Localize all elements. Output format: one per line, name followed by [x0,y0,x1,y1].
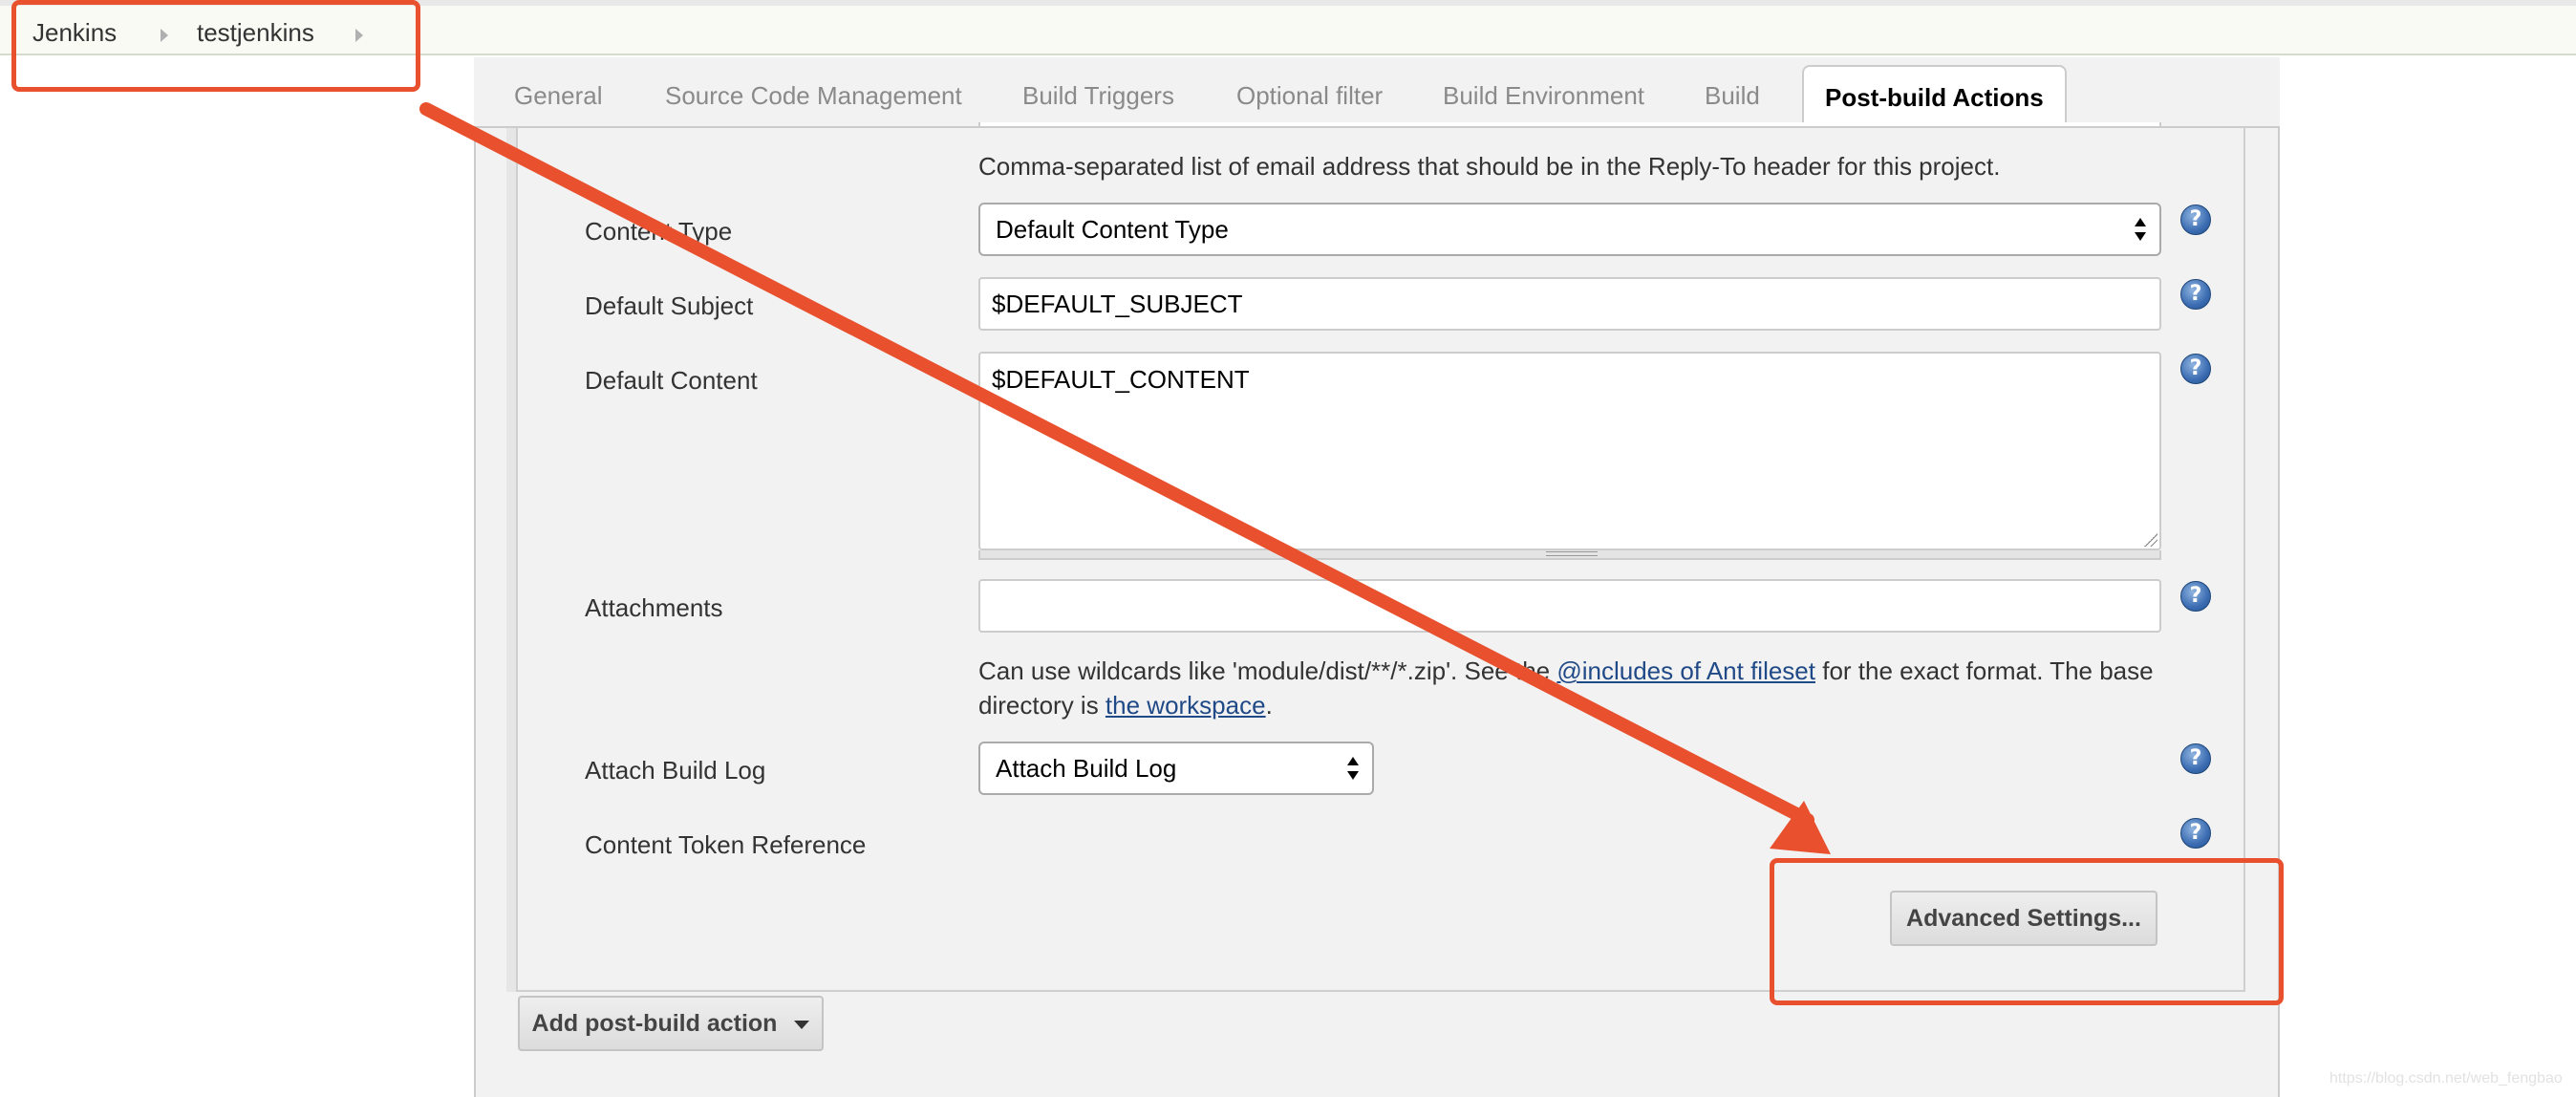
section-indent-rule [506,128,516,992]
add-post-build-action-button[interactable]: Add post-build action [518,996,824,1051]
breadcrumb-jenkins[interactable]: Jenkins [32,15,117,50]
config-tabs: General Source Code Management Build Tri… [474,57,2280,130]
breadcrumb-testjenkins[interactable]: testjenkins [197,15,314,50]
content-type-select[interactable]: Default Content Type [978,203,2161,256]
resize-handle-icon[interactable] [2144,533,2157,547]
breadcrumb-separator-icon[interactable] [161,29,168,42]
breadcrumb-separator-icon[interactable] [355,29,363,42]
tab-post-build-actions[interactable]: Post-build Actions [1802,65,2067,130]
help-icon[interactable]: ? [2180,818,2211,849]
add-post-build-action-label: Add post-build action [531,1010,778,1037]
default-subject-input[interactable] [978,277,2161,331]
reply-to-description: Comma-separated list of email address th… [978,152,2001,181]
attach-build-log-select[interactable]: Attach Build Log [978,742,1374,795]
tab-source-code-management[interactable]: Source Code Management [665,78,962,113]
grip-lines-icon [1546,551,1598,556]
breadcrumb: Jenkins testjenkins [0,0,2576,55]
advanced-settings-button[interactable]: Advanced Settings... [1890,891,2157,946]
tab-optional-filter[interactable]: Optional filter [1236,78,1383,113]
watermark-text: https://blog.csdn.net/web_fengbao [2329,1070,2563,1086]
workspace-link[interactable]: the workspace [1106,691,1266,720]
email-notification-section [516,128,2245,992]
content-type-label: Content Type [585,217,733,246]
default-content-textarea[interactable]: $DEFAULT_CONTENT [978,352,2161,550]
attachments-label: Attachments [585,593,723,622]
reply-to-field-edge[interactable] [978,122,2161,128]
dropdown-caret-icon [794,1020,810,1029]
attachments-description: Can use wildcards like 'module/dist/**/*… [978,654,2163,722]
tab-general[interactable]: General [514,78,603,113]
help-icon[interactable]: ? [2180,581,2211,612]
help-icon[interactable]: ? [2180,743,2211,774]
tab-build-environment[interactable]: Build Environment [1443,78,1644,113]
select-arrows-icon [2135,218,2146,241]
attachments-input[interactable] [978,579,2161,633]
default-content-label: Default Content [585,366,758,395]
ant-fileset-link[interactable]: @includes of Ant fileset [1556,656,1815,685]
default-subject-label: Default Subject [585,291,754,320]
attach-build-log-label: Attach Build Log [585,756,766,785]
attachments-help-suffix: . [1265,691,1273,720]
textarea-resize-grip[interactable] [978,550,2161,560]
help-icon[interactable]: ? [2180,204,2211,235]
help-icon[interactable]: ? [2180,279,2211,310]
tab-build[interactable]: Build [1705,78,1760,113]
help-icon[interactable]: ? [2180,354,2211,384]
tab-build-triggers[interactable]: Build Triggers [1022,78,1174,113]
content-token-reference-label: Content Token Reference [585,830,867,859]
select-arrows-icon [1347,757,1359,780]
content-type-selected-value: Default Content Type [996,215,1229,244]
attachments-help-prefix: Can use wildcards like 'module/dist/**/*… [978,656,1557,685]
attach-build-log-selected-value: Attach Build Log [996,754,1177,783]
